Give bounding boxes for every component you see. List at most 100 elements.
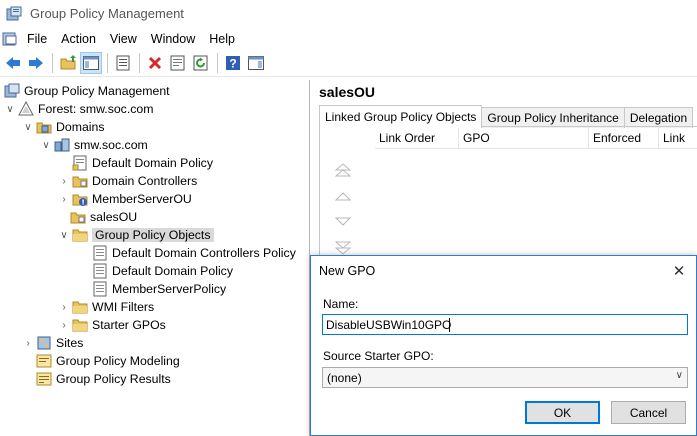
svg-text:?: ? bbox=[229, 57, 236, 71]
folder-icon bbox=[72, 299, 88, 315]
tree-item-label: Group Policy Objects bbox=[92, 228, 214, 242]
gpo-name-input[interactable] bbox=[322, 314, 688, 335]
chevron-right-icon[interactable]: › bbox=[58, 298, 70, 316]
chevron-down-icon: ∨ bbox=[675, 370, 683, 381]
chevron-down-icon[interactable]: ∨ bbox=[40, 136, 52, 154]
properties-icon[interactable] bbox=[167, 52, 189, 74]
tree-item-wmi-filters[interactable]: › WMI Filters bbox=[58, 298, 154, 316]
toolbar-separator bbox=[217, 53, 218, 73]
help-icon[interactable]: ? bbox=[222, 52, 244, 74]
menu-file[interactable]: File bbox=[20, 28, 54, 50]
menu-window[interactable]: Window bbox=[144, 28, 202, 50]
tab-delegation[interactable]: Delegation bbox=[623, 107, 694, 128]
column-link-order[interactable]: Link Order bbox=[375, 127, 459, 149]
tree-item-label: Group Policy Results bbox=[56, 372, 171, 386]
toolbar: ? bbox=[0, 50, 697, 77]
tree-item-label: Group Policy Modeling bbox=[56, 354, 180, 368]
link-order-controls bbox=[333, 157, 353, 261]
ou-icon bbox=[70, 209, 86, 225]
select-value: (none) bbox=[327, 370, 362, 385]
name-label: Name: bbox=[323, 297, 359, 311]
tree-item-domains[interactable]: ∨ Domains bbox=[22, 118, 105, 136]
column-link[interactable]: Link bbox=[659, 127, 697, 149]
tree-item-label: WMI Filters bbox=[92, 300, 155, 314]
ou-warning-icon bbox=[72, 191, 88, 207]
tree-item-forest[interactable]: ∨ Forest: smw.soc.com bbox=[4, 100, 153, 118]
tree-item-memberserverou[interactable]: › MemberServerOU bbox=[58, 190, 192, 208]
chevron-right-icon[interactable]: › bbox=[58, 190, 70, 208]
details-heading: salesOU bbox=[319, 84, 376, 100]
forward-icon[interactable] bbox=[25, 52, 47, 74]
results-icon bbox=[36, 371, 52, 387]
mmc-system-menu-icon[interactable] bbox=[2, 31, 18, 47]
ou-icon bbox=[72, 173, 88, 189]
chevron-down-icon[interactable]: ∨ bbox=[22, 118, 34, 136]
chevron-down-icon[interactable]: ∨ bbox=[4, 100, 16, 118]
modeling-icon bbox=[36, 353, 52, 369]
cancel-button[interactable]: Cancel bbox=[611, 401, 686, 424]
up-folder-icon[interactable] bbox=[57, 52, 79, 74]
chevron-right-icon[interactable]: › bbox=[58, 172, 70, 190]
tree-item-default-domain-controllers-policy[interactable]: Default Domain Controllers Policy bbox=[90, 244, 296, 262]
console-tree: Group Policy Management ∨ Forest: smw.so… bbox=[0, 80, 310, 436]
back-icon[interactable] bbox=[2, 52, 24, 74]
grid-header: Link Order GPO Enforced Link bbox=[375, 127, 697, 149]
close-icon[interactable]: ✕ bbox=[668, 260, 690, 282]
column-enforced[interactable]: Enforced bbox=[589, 127, 659, 149]
tree-item-memberserverpolicy[interactable]: MemberServerPolicy bbox=[90, 280, 226, 298]
gpm-app-icon bbox=[6, 6, 22, 22]
delete-icon[interactable] bbox=[144, 52, 166, 74]
tab-group-policy-inheritance[interactable]: Group Policy Inheritance bbox=[481, 107, 625, 128]
tree-item-label: Starter GPOs bbox=[92, 318, 166, 332]
toolbar-separator bbox=[107, 53, 108, 73]
tree-item-label: MemberServerPolicy bbox=[112, 282, 227, 296]
chevron-right-icon[interactable]: › bbox=[22, 334, 34, 352]
tree-item-label: smw.soc.com bbox=[74, 138, 148, 152]
tree-item-gpm-root[interactable]: Group Policy Management bbox=[2, 82, 170, 100]
dialog-title: New GPO bbox=[319, 264, 376, 278]
gpo-link-icon bbox=[72, 155, 88, 171]
refresh-icon[interactable] bbox=[190, 52, 212, 74]
move-up-icon[interactable] bbox=[333, 183, 353, 209]
details-tabs: Linked Group Policy Objects Group Policy… bbox=[319, 105, 694, 128]
source-starter-gpo-select[interactable]: (none) ∨ bbox=[322, 367, 688, 388]
move-to-top-icon[interactable] bbox=[333, 157, 353, 183]
tree-item-group-policy-modeling[interactable]: Group Policy Modeling bbox=[34, 352, 180, 370]
tree-item-domain-controllers[interactable]: › Domain Controllers bbox=[58, 172, 197, 190]
tree-item-group-policy-objects[interactable]: ∨ Group Policy Objects bbox=[58, 226, 214, 244]
move-down-icon[interactable] bbox=[333, 209, 353, 235]
tree-item-smw-soc-com[interactable]: ∨ smw.soc.com bbox=[40, 136, 148, 154]
action-pane-icon[interactable] bbox=[245, 52, 267, 74]
chevron-down-icon[interactable]: ∨ bbox=[58, 226, 70, 244]
column-gpo[interactable]: GPO bbox=[459, 127, 589, 149]
tree-item-sites[interactable]: › Sites bbox=[22, 334, 83, 352]
tree-item-label: Sites bbox=[56, 336, 84, 350]
menu-action[interactable]: Action bbox=[54, 28, 103, 50]
tree-item-label: salesOU bbox=[90, 210, 138, 224]
gpo-icon bbox=[92, 245, 108, 261]
domain-icon bbox=[54, 137, 70, 153]
chevron-right-icon[interactable]: › bbox=[58, 316, 70, 334]
tree-item-default-domain-policy-link[interactable]: Default Domain Policy bbox=[70, 154, 213, 172]
menu-view[interactable]: View bbox=[103, 28, 144, 50]
tree-item-label: Forest: smw.soc.com bbox=[38, 102, 154, 116]
tab-linked-group-policy-objects[interactable]: Linked Group Policy Objects bbox=[319, 105, 483, 128]
show-hide-tree-icon[interactable] bbox=[80, 52, 102, 74]
sites-icon bbox=[36, 335, 52, 351]
window-title: Group Policy Management bbox=[30, 6, 184, 21]
tree-item-default-domain-policy[interactable]: Default Domain Policy bbox=[90, 262, 233, 280]
forest-icon bbox=[18, 100, 34, 117]
copy-icon[interactable] bbox=[112, 52, 134, 74]
ok-button[interactable]: OK bbox=[525, 401, 600, 424]
tree-item-starter-gpos[interactable]: › Starter GPOs bbox=[58, 316, 166, 334]
tree-item-label: Domains bbox=[56, 120, 105, 134]
menu-help[interactable]: Help bbox=[202, 28, 242, 50]
menu-bar: File Action View Window Help bbox=[0, 28, 697, 50]
domains-icon bbox=[36, 119, 52, 135]
source-starter-gpo-label: Source Starter GPO: bbox=[323, 349, 434, 363]
folder-icon bbox=[72, 317, 88, 333]
tree-item-salesou[interactable]: salesOU bbox=[70, 208, 138, 226]
tree-item-group-policy-results[interactable]: Group Policy Results bbox=[34, 370, 171, 388]
tree-item-label: Group Policy Management bbox=[24, 84, 170, 98]
gpo-icon bbox=[92, 263, 108, 279]
